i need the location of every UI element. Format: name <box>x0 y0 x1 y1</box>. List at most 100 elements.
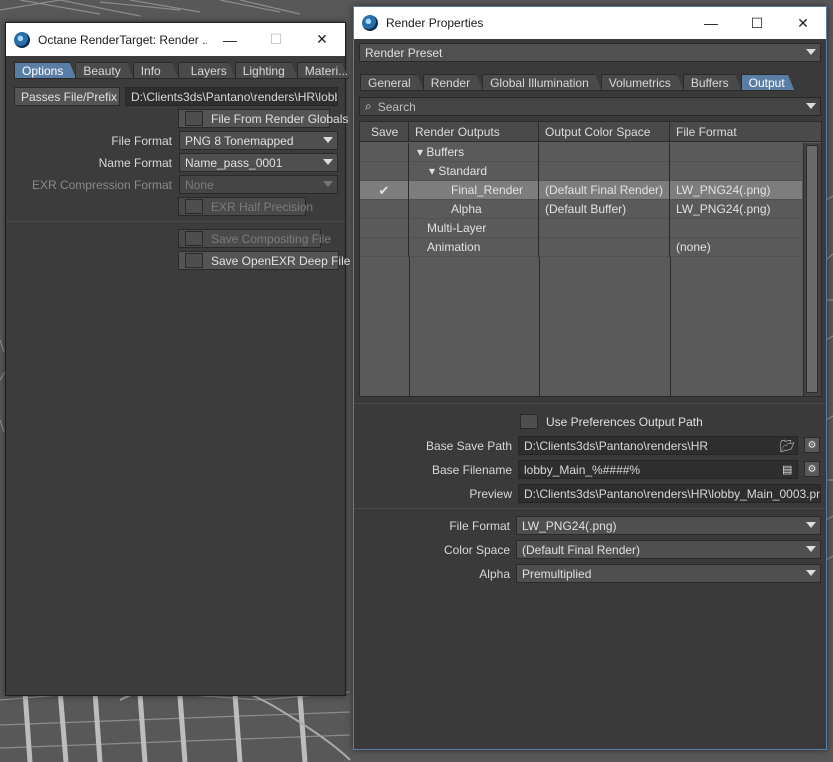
save-cell[interactable] <box>360 162 409 181</box>
file-from-render-globals-label: File From Render Globals <box>211 111 349 126</box>
exr-compression-dropdown[interactable]: None <box>179 175 338 194</box>
use-preferences-checkbox[interactable] <box>520 414 538 429</box>
output-file-format-label: File Format <box>449 519 510 533</box>
tab-options[interactable]: Options <box>14 62 76 79</box>
render-properties-titlebar[interactable]: Render Properties — ☐ ✕ <box>354 7 826 39</box>
exr-half-precision-checkbox[interactable] <box>185 199 203 214</box>
minimize-button[interactable]: — <box>207 23 253 56</box>
format-cell[interactable] <box>670 162 802 181</box>
output-cell[interactable]: Final_Render <box>409 181 539 200</box>
use-preferences-output-path-button[interactable]: Use Preferences Output Path <box>514 412 703 431</box>
chevron-down-icon[interactable] <box>806 103 816 109</box>
color-space-cell[interactable] <box>539 219 670 238</box>
save-cell[interactable] <box>360 200 409 219</box>
table-row[interactable]: Alpha (Default Buffer) LW_PNG24(.png) <box>360 200 802 219</box>
file-from-render-globals-checkbox[interactable] <box>185 111 203 126</box>
output-cell[interactable]: Multi-Layer <box>409 219 539 238</box>
color-space-cell[interactable] <box>539 162 670 181</box>
octane-titlebar[interactable]: Octane RenderTarget: Render ... — ☐ ✕ <box>6 23 345 56</box>
maximize-button[interactable]: ☐ <box>253 23 299 56</box>
table-scrollbar[interactable] <box>803 143 821 396</box>
column-render-outputs[interactable]: Render Outputs <box>409 122 539 142</box>
tab-general[interactable]: General <box>360 74 424 91</box>
tab-layers[interactable]: Layers <box>178 62 236 79</box>
path-options-button[interactable]: ⚙ <box>804 437 820 453</box>
file-icon[interactable]: ▤ <box>782 463 792 476</box>
output-cell[interactable]: ▾ Standard <box>409 162 539 181</box>
close-button[interactable]: ✕ <box>780 7 826 39</box>
tab-global-illumination[interactable]: Global Illumination <box>482 74 602 91</box>
save-compositing-file-button[interactable]: Save Compositing File <box>178 229 331 248</box>
format-cell[interactable]: LW_PNG24(.png) <box>670 181 802 200</box>
format-cell[interactable]: (none) <box>670 238 802 257</box>
base-save-path-field[interactable]: D:\Clients3ds\Pantano\renders\HR <box>518 436 798 455</box>
color-space-cell[interactable] <box>539 238 670 257</box>
maximize-button[interactable]: ☐ <box>734 7 780 39</box>
scrollbar-thumb[interactable] <box>806 145 818 393</box>
exr-half-precision-button[interactable]: EXR Half Precision <box>178 197 313 216</box>
octane-tab-bar: Options Beauty Info Layers Lighting Mate… <box>14 62 348 79</box>
table-row[interactable]: Animation (none) <box>360 238 802 257</box>
alpha-dropdown[interactable]: Premultiplied <box>516 564 821 583</box>
table-row[interactable]: ▾ Buffers <box>360 143 802 162</box>
tab-volumetrics[interactable]: Volumetrics <box>601 74 684 91</box>
tab-render[interactable]: Render <box>423 74 483 91</box>
table-row[interactable]: Multi-Layer <box>360 219 802 238</box>
file-from-render-globals-button[interactable]: File From Render Globals <box>178 109 348 128</box>
save-compositing-checkbox[interactable] <box>185 231 203 246</box>
render-divider-2 <box>354 508 826 509</box>
table-row[interactable]: ▾ Standard <box>360 162 802 181</box>
folder-icon[interactable]: 📂︎ <box>780 439 795 453</box>
name-format-label: Name Format <box>98 156 172 170</box>
save-openexr-label: Save OpenEXR Deep File <box>211 253 351 268</box>
tab-beauty[interactable]: Beauty <box>75 62 133 79</box>
name-format-dropdown[interactable]: Name_pass_0001 <box>179 153 338 172</box>
tab-materials[interactable]: Materi... <box>297 62 349 79</box>
output-file-format-dropdown[interactable]: LW_PNG24(.png) <box>516 516 821 535</box>
format-cell[interactable] <box>670 219 802 238</box>
render-preset-dropdown[interactable]: Render Preset <box>359 43 821 62</box>
search-bar[interactable]: ⌕ Search <box>359 97 821 116</box>
tab-output[interactable]: Output <box>741 74 795 91</box>
tab-lighting[interactable]: Lighting <box>235 62 298 79</box>
base-filename-field[interactable]: lobby_Main_%####% <box>518 460 798 479</box>
output-cell[interactable]: ▾ Buffers <box>409 143 539 162</box>
column-divider <box>409 257 410 396</box>
column-output-color-space[interactable]: Output Color Space <box>539 122 670 142</box>
file-format-dropdown[interactable]: PNG 8 Tonemapped <box>179 131 338 150</box>
save-openexr-deep-button[interactable]: Save OpenEXR Deep File <box>178 251 350 270</box>
color-space-dropdown[interactable]: (Default Final Render) <box>516 540 821 559</box>
tab-buffers[interactable]: Buffers <box>683 74 742 91</box>
column-save[interactable]: Save <box>360 122 409 142</box>
filename-options-button[interactable]: ⚙ <box>804 461 820 477</box>
save-cell[interactable] <box>360 219 409 238</box>
color-space-cell[interactable]: (Default Buffer) <box>539 200 670 219</box>
color-space-cell[interactable] <box>539 143 670 162</box>
color-space-cell[interactable]: (Default Final Render) <box>539 181 670 200</box>
tab-info[interactable]: Info <box>133 62 179 79</box>
column-divider <box>670 257 671 396</box>
column-file-format[interactable]: File Format <box>670 122 803 142</box>
name-format-value: Name_pass_0001 <box>185 155 283 170</box>
output-file-format-value: LW_PNG24(.png) <box>522 518 617 533</box>
file-format-label: File Format <box>111 134 172 148</box>
save-cell[interactable]: ✔ <box>360 181 409 200</box>
minimize-button[interactable]: — <box>688 7 734 39</box>
output-cell[interactable]: Animation <box>409 238 539 257</box>
passes-file-prefix-button[interactable]: Passes File/Prefix <box>14 87 120 106</box>
close-button[interactable]: ✕ <box>299 23 345 56</box>
exr-half-precision-label: EXR Half Precision <box>211 199 314 214</box>
save-cell[interactable] <box>360 143 409 162</box>
chevron-down-icon <box>323 137 333 143</box>
chevron-down-icon <box>323 159 333 165</box>
preview-label: Preview <box>469 487 512 501</box>
output-cell[interactable]: Alpha <box>409 200 539 219</box>
save-openexr-checkbox[interactable] <box>185 253 203 268</box>
save-cell[interactable] <box>360 238 409 257</box>
format-cell[interactable] <box>670 143 802 162</box>
format-cell[interactable]: LW_PNG24(.png) <box>670 200 802 219</box>
use-preferences-label: Use Preferences Output Path <box>546 414 703 429</box>
passes-path-field[interactable]: D:\Clients3ds\Pantano\renders\HR\lobby <box>125 87 338 106</box>
table-row-selected[interactable]: ✔ Final_Render (Default Final Render) LW… <box>360 181 802 200</box>
search-input[interactable]: Search <box>378 100 416 114</box>
